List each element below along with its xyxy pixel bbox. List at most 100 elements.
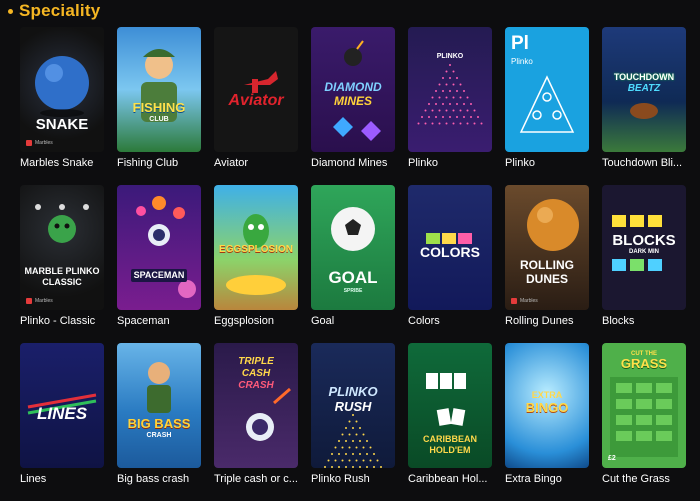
peg-dot xyxy=(373,466,375,468)
game-tile-spaceman[interactable]: SPACEMAN Spaceman xyxy=(117,185,201,343)
game-thumbnail[interactable]: CARIBBEAN HOLD'EM xyxy=(408,343,492,468)
game-thumbnail[interactable]: PLINKO xyxy=(408,27,492,152)
game-name[interactable]: Extra Bingo xyxy=(505,473,589,485)
game-tile-caribbean-holdem[interactable]: CARIBBEAN HOLD'EM Caribbean Hol... xyxy=(408,343,492,501)
game-name[interactable]: Aviator xyxy=(214,157,298,169)
game-thumbnail[interactable]: BLOCKS DARK MIN xyxy=(602,185,686,310)
game-name[interactable]: Marbles Snake xyxy=(20,157,104,169)
provider-logo-icon xyxy=(26,140,32,146)
peg-dot xyxy=(459,83,462,86)
game-tile-touchdown[interactable]: TOUCHDOWN BEATZ Touchdown Bli... xyxy=(602,27,686,185)
game-tile-blocks[interactable]: BLOCKS DARK MIN Blocks xyxy=(602,185,686,343)
peg-dot xyxy=(452,96,455,99)
game-tile-big-bass-crash[interactable]: BIG BASS CRASH Big bass crash xyxy=(117,343,201,501)
game-name[interactable]: Rolling Dunes xyxy=(505,315,589,327)
bullet-icon xyxy=(8,8,13,14)
game-thumbnail[interactable]: ROLLING DUNES Marbles xyxy=(505,185,589,310)
game-tile-plinko[interactable]: PLINKO Plinko xyxy=(408,27,492,185)
game-thumbnail[interactable]: EGGSPLOSION xyxy=(214,185,298,310)
game-name[interactable]: Eggsplosion xyxy=(214,315,298,327)
peg-dot xyxy=(331,466,333,468)
peg-dot xyxy=(435,103,437,105)
game-name[interactable]: Lines xyxy=(20,473,104,485)
game-thumbnail[interactable]: SNAKE Marbles xyxy=(20,27,104,152)
game-thumbnail[interactable]: GOAL SPRIBE xyxy=(311,185,395,310)
provider-badge: Marbles xyxy=(26,298,53,304)
art-subtitle: SPRIBE xyxy=(343,288,363,294)
game-name[interactable]: Touchdown Bli... xyxy=(602,157,686,169)
peg-dot xyxy=(348,446,351,449)
game-name[interactable]: Caribbean Hol... xyxy=(408,473,492,485)
peg-dot xyxy=(352,427,354,429)
peg-dot xyxy=(456,103,458,105)
game-tile-cut-the-grass[interactable]: CUT THE GRASS £2 Cut the Grass xyxy=(602,343,686,501)
game-tile-rolling-dunes[interactable]: ROLLING DUNES Marbles Rolling Dunes xyxy=(505,185,589,343)
game-name[interactable]: Cut the Grass xyxy=(602,473,686,485)
peg-dot xyxy=(338,466,340,468)
game-tile-diamond-mines[interactable]: DIAMOND MINES Diamond Mines xyxy=(311,27,395,185)
game-name[interactable]: Plinko - Classic xyxy=(20,315,104,327)
art-title: TOUCHDOWN xyxy=(613,72,675,82)
peg-dot xyxy=(324,466,326,468)
peg-dot xyxy=(435,116,437,118)
game-tile-triple-cash-crash[interactable]: TRIPLE CASH CRASH Triple cash or c... xyxy=(214,343,298,501)
game-thumbnail[interactable]: CUT THE GRASS £2 xyxy=(602,343,686,468)
game-name[interactable]: Plinko xyxy=(408,157,492,169)
peg-dot xyxy=(445,83,448,86)
game-tile-colors[interactable]: COLORS Colors xyxy=(408,185,492,343)
game-tile-aviator[interactable]: Aviator Aviator xyxy=(214,27,298,185)
game-thumbnail[interactable]: MARBLE PLINKO CLASSIC Marbles xyxy=(20,185,104,310)
game-thumbnail[interactable]: PLINKO RUSH xyxy=(311,343,395,468)
game-tile-fishing-club[interactable]: FISHING CLUB Fishing Club xyxy=(117,27,201,185)
peg-dot xyxy=(345,466,347,468)
peg-dot xyxy=(348,420,351,423)
peg-dot xyxy=(452,70,455,73)
game-tile-goal[interactable]: GOAL SPRIBE Goal xyxy=(311,185,395,343)
provider-logo-icon xyxy=(511,298,517,304)
game-name[interactable]: Spaceman xyxy=(117,315,201,327)
game-thumbnail[interactable]: LINES xyxy=(20,343,104,468)
game-thumbnail[interactable]: EXTRA BINGO xyxy=(505,343,589,468)
game-thumbnail[interactable]: BIG BASS CRASH xyxy=(117,343,201,468)
art-subtitle: BINGO xyxy=(525,400,569,415)
art-subtitle: BEATZ xyxy=(627,83,661,94)
peg-dot xyxy=(452,122,455,125)
game-name[interactable]: Triple cash or c... xyxy=(214,473,298,485)
art-subtitle: Plinko xyxy=(511,57,533,66)
game-thumbnail[interactable]: COLORS xyxy=(408,185,492,310)
game-tile-plinko-rush[interactable]: PLINKO RUSH Plinko Rush xyxy=(311,343,395,501)
game-thumbnail[interactable]: TRIPLE CASH CRASH xyxy=(214,343,298,468)
peg-dot xyxy=(359,427,361,429)
game-thumbnail[interactable]: TOUCHDOWN BEATZ xyxy=(602,27,686,152)
game-name[interactable]: Big bass crash xyxy=(117,473,201,485)
game-thumbnail[interactable]: DIAMOND MINES xyxy=(311,27,395,152)
peg-dot xyxy=(445,70,448,73)
section-title[interactable]: Speciality xyxy=(19,1,100,21)
game-tile-lines[interactable]: LINES Lines xyxy=(20,343,104,501)
game-tile-plinko-2[interactable]: Pl Plinko Plinko xyxy=(505,27,589,185)
game-name[interactable]: Goal xyxy=(311,315,395,327)
price-badge: £2 xyxy=(608,455,616,462)
game-thumbnail[interactable]: FISHING CLUB xyxy=(117,27,201,152)
game-name[interactable]: Plinko xyxy=(505,157,589,169)
peg-dot xyxy=(470,103,472,105)
peg-dot xyxy=(366,440,368,442)
game-name[interactable]: Blocks xyxy=(602,315,686,327)
game-tile-plinko-classic[interactable]: MARBLE PLINKO CLASSIC Marbles Plinko - C… xyxy=(20,185,104,343)
game-thumbnail[interactable]: Aviator xyxy=(214,27,298,152)
game-thumbnail[interactable]: Pl Plinko xyxy=(505,27,589,152)
game-name[interactable]: Colors xyxy=(408,315,492,327)
game-thumbnail[interactable]: SPACEMAN xyxy=(117,185,201,310)
peg-dot xyxy=(438,109,441,112)
peg-dot xyxy=(438,122,441,125)
game-tile-extra-bingo[interactable]: EXTRA BINGO Extra Bingo xyxy=(505,343,589,501)
game-tile-eggsplosion[interactable]: EGGSPLOSION Eggsplosion xyxy=(214,185,298,343)
art-title: GOAL xyxy=(328,268,378,287)
peg-dot xyxy=(352,440,354,442)
peg-dot xyxy=(438,83,441,86)
game-tile-marbles-snake[interactable]: SNAKE Marbles Marbles Snake xyxy=(20,27,104,185)
game-name[interactable]: Diamond Mines xyxy=(311,157,395,169)
game-name[interactable]: Plinko Rush xyxy=(311,473,395,485)
art-subtitle: HOLD'EM xyxy=(429,445,471,455)
game-name[interactable]: Fishing Club xyxy=(117,157,201,169)
